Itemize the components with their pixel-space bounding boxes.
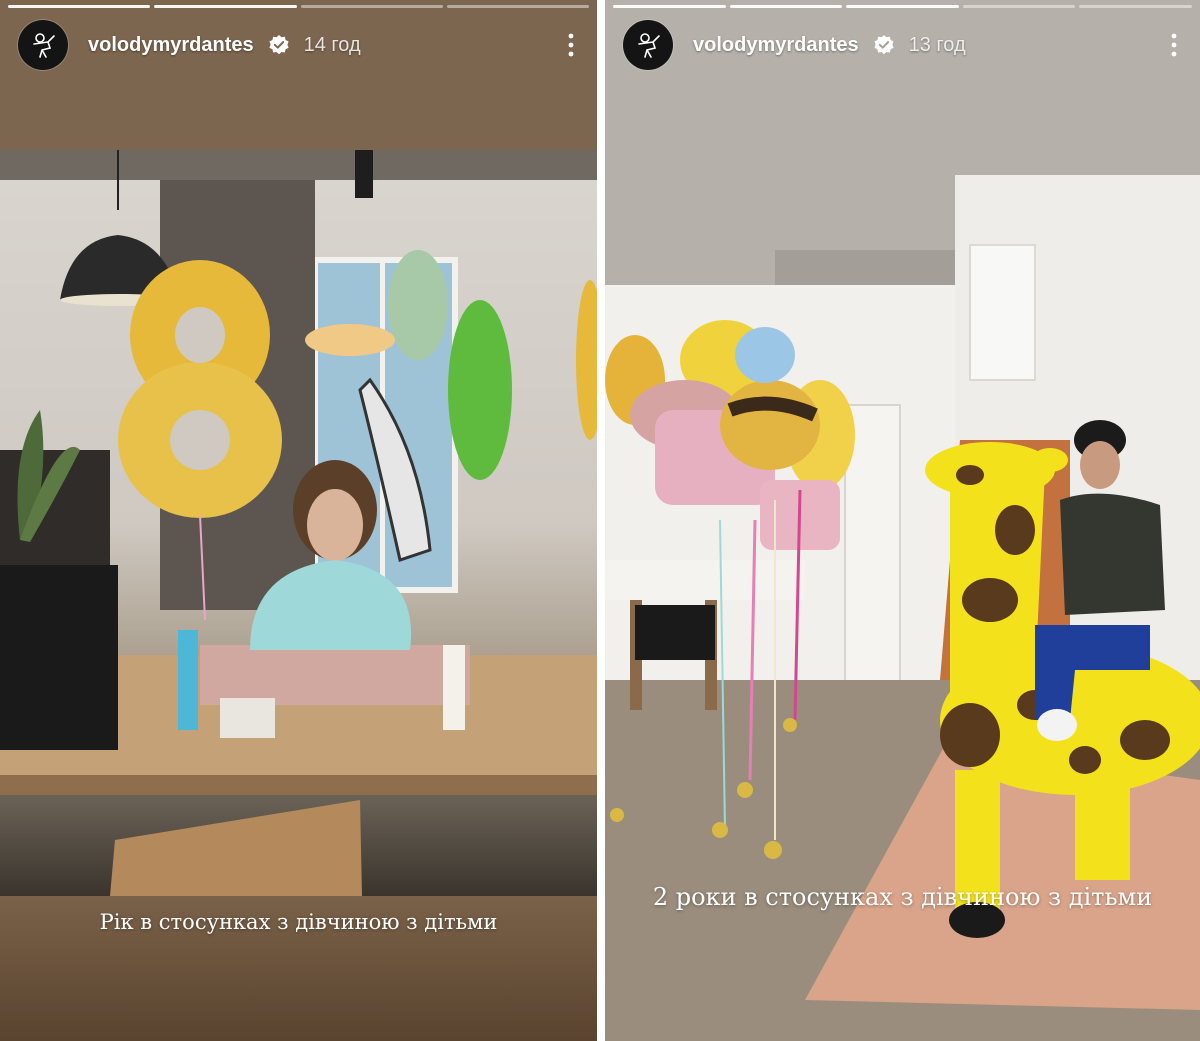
more-options-icon[interactable] <box>1162 25 1186 65</box>
story-progress-bar <box>613 5 1192 8</box>
progress-segment <box>962 5 1076 8</box>
progress-segment <box>613 5 726 8</box>
story-panel-right[interactable]: volodymyrdantes 13 год 2 роки в стосунка… <box>605 0 1200 1041</box>
progress-segment <box>8 5 151 8</box>
username[interactable]: volodymyrdantes <box>693 34 859 57</box>
progress-segment <box>300 5 443 8</box>
username[interactable]: volodymyrdantes <box>88 34 254 57</box>
avatar-logo-icon[interactable] <box>623 20 673 70</box>
story-progress-bar <box>8 5 589 8</box>
verified-badge-icon <box>268 34 290 56</box>
story-panel-left[interactable]: volodymyrdantes 14 год Рік в стосунках з… <box>0 0 597 1041</box>
story-timestamp: 13 год <box>908 33 966 56</box>
progress-segment <box>446 5 589 8</box>
progress-segment <box>1079 5 1192 8</box>
story-timestamp: 14 год <box>303 33 361 56</box>
more-options-icon[interactable] <box>559 25 583 65</box>
story-caption: Рік в стосунках з дівчиною з дітьми <box>99 910 498 934</box>
verified-badge-icon <box>873 34 895 56</box>
progress-segment <box>846 5 959 8</box>
progress-segment <box>154 5 297 8</box>
avatar-logo-icon <box>33 33 55 58</box>
story-photo <box>0 150 597 896</box>
story-header: volodymyrdantes 13 год <box>623 18 1186 72</box>
story-caption: 2 роки в стосунках з дівчиною з дітьми <box>652 883 1153 911</box>
progress-segment <box>729 5 843 8</box>
avatar-logo-icon[interactable] <box>18 20 68 70</box>
avatar-logo-icon <box>638 33 660 58</box>
story-header: volodymyrdantes 14 год <box>18 18 583 72</box>
